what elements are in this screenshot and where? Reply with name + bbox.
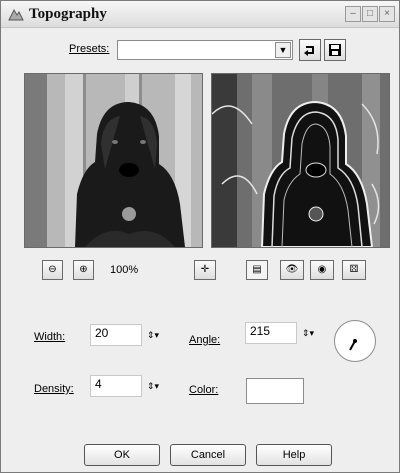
zoom-out-button[interactable]: ⊖ [42,260,63,280]
auto-proof-button[interactable]: ◉ [310,260,334,280]
angle-dial-needle-icon [349,339,357,351]
save-preset-button[interactable] [324,39,346,61]
preview-toggle-button[interactable]: ▤ [246,260,268,280]
auto-proof-icon: ◉ [317,264,327,275]
proof-icon: 👁 [285,264,299,275]
randomize-icon: ⚄ [349,264,359,275]
zoom-in-icon: ⊕ [79,264,88,275]
angle-dial[interactable] [334,320,376,362]
help-button[interactable]: Help [256,444,332,466]
title-bar[interactable]: Topography – □ × [1,1,399,28]
angle-label: Angle: [189,334,221,346]
width-label: Width: [34,331,66,343]
color-swatch[interactable] [246,378,304,404]
maximize-button[interactable]: □ [362,6,378,22]
angle-input[interactable]: 215 [245,322,297,344]
zoom-out-icon: ⊖ [48,264,57,275]
close-button[interactable]: × [379,6,395,22]
zoom-level: 100% [110,264,139,276]
save-icon [329,44,341,56]
move-icon: ✛ [200,264,210,275]
zoom-in-button[interactable]: ⊕ [73,260,94,280]
minimize-button[interactable]: – [345,6,361,22]
dog-topography-result [212,74,389,247]
color-label: Color: [189,384,219,396]
dialog-title: Topography [29,6,107,22]
move-button[interactable]: ✛ [194,260,216,280]
density-input[interactable]: 4 [90,375,142,397]
width-input[interactable]: 20 [90,324,142,346]
width-spinner[interactable]: ⇕▾ [142,327,164,343]
randomize-button[interactable]: ⚄ [342,260,366,280]
density-spinner[interactable]: ⇕▾ [142,378,164,394]
presets-label: Presets: [69,43,110,55]
result-preview[interactable] [211,73,390,248]
density-label: Density: [34,383,74,395]
dog-photo-original [25,74,202,247]
presets-dropdown[interactable]: ▼ [117,40,293,60]
proof-button[interactable]: 👁 [280,260,304,280]
original-preview[interactable] [24,73,203,248]
preview-toggle-icon: ▤ [252,264,262,275]
topography-dialog: Topography – □ × Presets: ▼ ⊖ ⊕ 100% ✛ ▤… [0,0,400,473]
reset-button[interactable] [299,39,321,61]
ok-button[interactable]: OK [84,444,160,466]
cancel-button[interactable]: Cancel [170,444,246,466]
angle-spinner[interactable]: ⇕▾ [297,325,319,341]
reset-arrow-icon [304,46,314,56]
chevron-down-icon[interactable]: ▼ [275,42,291,58]
topography-icon [8,8,24,21]
